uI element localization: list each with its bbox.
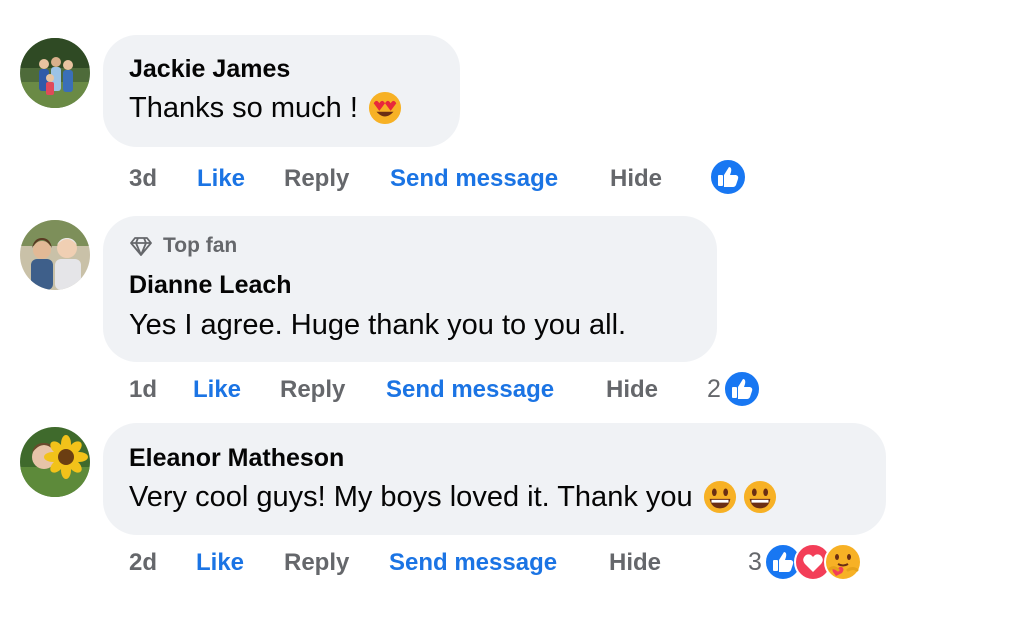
- hide-button[interactable]: Hide: [610, 164, 662, 194]
- comment-author[interactable]: Dianne Leach: [129, 271, 292, 300]
- grinning-emoji-icon: [743, 480, 776, 514]
- comment-text: Thanks so much !: [129, 91, 358, 124]
- send-message-button[interactable]: Send message: [390, 164, 558, 194]
- hide-button[interactable]: Hide: [609, 548, 661, 578]
- comment-text: Very cool guys! My boys loved it. Thank …: [129, 480, 693, 513]
- comment-bubble: Jackie James Thanks so much !: [103, 35, 460, 147]
- comment-author[interactable]: Jackie James: [129, 55, 290, 84]
- reaction-summary[interactable]: 3: [748, 543, 862, 581]
- like-button[interactable]: Like: [197, 164, 245, 194]
- comment-text-row: Thanks so much !: [129, 91, 402, 125]
- send-message-button[interactable]: Send message: [386, 375, 554, 405]
- comment-author[interactable]: Eleanor Matheson: [129, 444, 344, 473]
- comment-timestamp[interactable]: 2d: [129, 548, 157, 578]
- reaction-summary[interactable]: [707, 158, 747, 196]
- reaction-count: 3: [748, 547, 762, 576]
- comment-text-row: Very cool guys! My boys loved it. Thank …: [129, 480, 777, 514]
- comment-bubble: Eleanor Matheson Very cool guys! My boys…: [103, 423, 886, 535]
- heart-eyes-emoji-icon: [368, 91, 401, 125]
- avatar-eleanor-matheson[interactable]: [20, 427, 90, 497]
- avatar-dianne-leach[interactable]: [20, 220, 90, 290]
- top-fan-badge: Top fan: [129, 234, 237, 258]
- reply-button[interactable]: Reply: [280, 375, 345, 405]
- like-reaction-icon: [709, 158, 747, 196]
- grinning-emoji-icon: [703, 480, 736, 514]
- comment-timestamp[interactable]: 3d: [129, 164, 157, 194]
- hide-button[interactable]: Hide: [606, 375, 658, 405]
- reaction-summary[interactable]: 2: [707, 370, 761, 408]
- reply-button[interactable]: Reply: [284, 164, 349, 194]
- comment-bubble: Top fan Dianne Leach Yes I agree. Huge t…: [103, 216, 717, 362]
- care-reaction-icon: [823, 543, 862, 581]
- send-message-button[interactable]: Send message: [389, 548, 557, 578]
- like-button[interactable]: Like: [196, 548, 244, 578]
- like-button[interactable]: Like: [193, 375, 241, 405]
- reaction-count: 2: [707, 374, 721, 403]
- avatar-jackie-james[interactable]: [20, 38, 90, 108]
- reply-button[interactable]: Reply: [284, 548, 349, 578]
- diamond-icon: [130, 237, 152, 256]
- comment-text: Yes I agree. Huge thank you to you all.: [129, 309, 627, 341]
- badge-label: Top fan: [163, 234, 238, 257]
- like-reaction-icon: [722, 370, 761, 408]
- comment-timestamp[interactable]: 1d: [129, 375, 157, 405]
